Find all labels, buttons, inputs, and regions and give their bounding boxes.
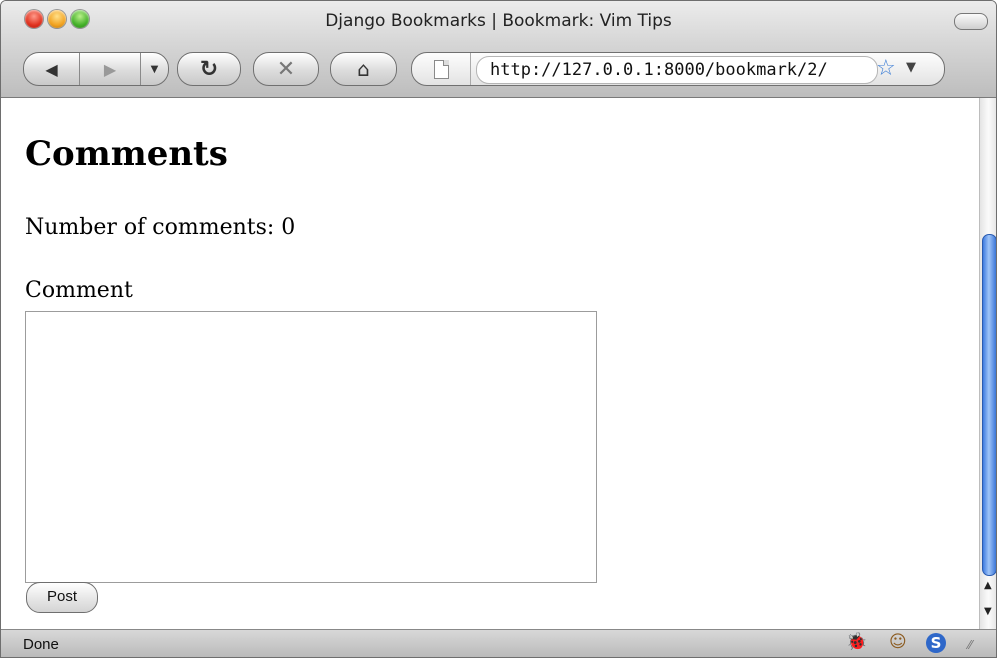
window-title: Django Bookmarks | Bookmark: Vim Tips [325, 11, 672, 31]
stop-icon: ✕ [276, 56, 296, 82]
back-icon: ◀ [45, 59, 58, 79]
reload-button[interactable]: ↻ [177, 52, 241, 86]
home-icon: ⌂ [357, 57, 370, 81]
vertical-scrollbar[interactable]: ▲ ▼ [979, 98, 996, 629]
status-bar: Done 🐞 ☺ S ⁄⁄ [1, 629, 996, 657]
url-dropdown-icon[interactable]: ▼ [906, 60, 916, 75]
scroll-down-icon[interactable]: ▼ [984, 606, 992, 617]
forward-icon: ▶ [103, 59, 117, 79]
page-icon [433, 59, 449, 79]
reload-icon: ↻ [199, 56, 219, 82]
comment-count: Number of comments: 0 [25, 215, 296, 240]
status-text: Done [23, 636, 59, 653]
comment-textarea[interactable] [25, 311, 597, 583]
url-text: http://127.0.0.1:8000/bookmark/2/ [490, 60, 828, 80]
history-dropdown-icon: ▼ [150, 63, 159, 75]
resize-grip-icon[interactable]: ⁄⁄ [968, 638, 972, 652]
page-content: Comments Number of comments: 0 Comment P… [1, 98, 979, 629]
nav-button-group: ◀ ▶ ▼ [23, 52, 169, 86]
stop-button[interactable]: ✕ [253, 52, 319, 86]
greasemonkey-icon[interactable]: ☺ [889, 632, 907, 652]
comment-label: Comment [25, 278, 133, 303]
forward-button[interactable]: ▶ [80, 53, 141, 85]
page-heading: Comments [25, 134, 228, 174]
site-identity-button[interactable] [412, 53, 471, 85]
browser-window: Django Bookmarks | Bookmark: Vim Tips ◀ … [0, 0, 997, 658]
skype-icon[interactable]: S [926, 633, 946, 653]
back-button[interactable]: ◀ [24, 53, 80, 85]
scroll-thumb[interactable] [982, 234, 996, 576]
post-button[interactable]: Post [26, 582, 98, 613]
history-dropdown-button[interactable]: ▼ [141, 53, 168, 85]
firebug-icon[interactable]: 🐞 [846, 632, 867, 652]
home-button[interactable]: ⌂ [330, 52, 397, 86]
toolbar-toggle-button[interactable] [954, 13, 988, 30]
url-bar: http://127.0.0.1:8000/bookmark/2/ ☆ ▼ [411, 52, 945, 86]
browser-chrome: Django Bookmarks | Bookmark: Vim Tips ◀ … [1, 1, 996, 98]
scroll-up-icon[interactable]: ▲ [984, 580, 992, 591]
bookmark-star-icon[interactable]: ☆ [876, 56, 896, 81]
